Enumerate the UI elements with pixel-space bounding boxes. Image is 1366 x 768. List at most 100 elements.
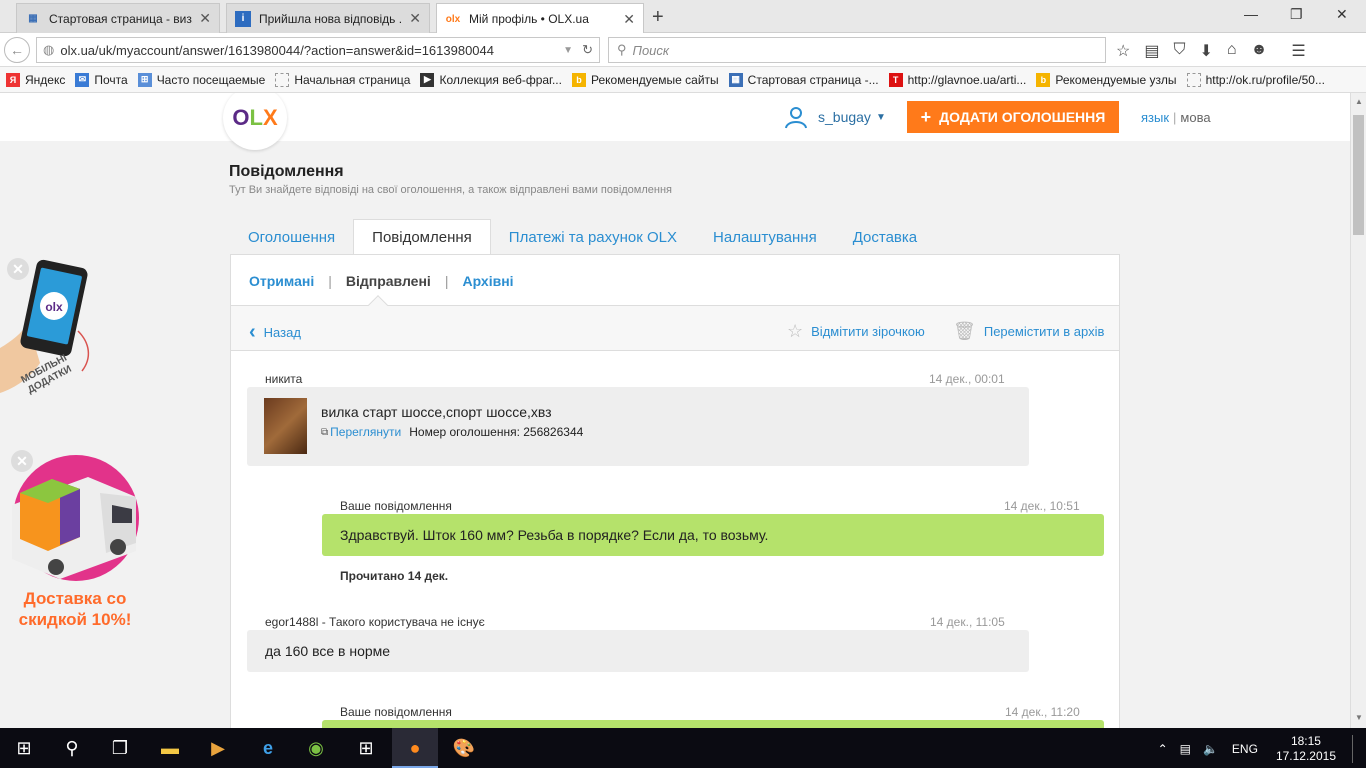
delivery-promo-text[interactable]: Доставка со скидкой 10%! <box>0 588 155 630</box>
url-bar[interactable]: ◍ olx.ua/uk/myaccount/answer/1613980044/… <box>36 37 600 63</box>
tab-settings[interactable]: Налаштування <box>695 219 835 255</box>
message-subtabs: Отримані | Відправлені | Архівні <box>249 273 514 289</box>
archive-link[interactable]: 🗑 Перемістити в архів <box>953 321 1104 342</box>
chevron-up-icon[interactable]: ⌃ <box>1158 742 1168 756</box>
subtab-received[interactable]: Отримані <box>249 273 314 289</box>
media-player-icon[interactable]: ▶ <box>206 736 230 760</box>
app-icon[interactable]: ◉ <box>304 736 328 760</box>
bookmark-item[interactable]: Thttp://glavnoe.ua/arti... <box>888 72 1026 87</box>
view-ad-link[interactable]: Переглянути <box>330 425 401 439</box>
menu-icon[interactable]: ☰ <box>1291 41 1305 61</box>
page-content: OLX s_bugay ▼ + ДОДАТИ ОГОЛОШЕННЯ язык | м… <box>0 93 1350 728</box>
toolbar-notch <box>368 295 388 315</box>
bookmark-item[interactable]: http://ok.ru/profile/50... <box>1186 72 1325 87</box>
page-scrollbar[interactable]: ▲ ▼ <box>1350 93 1366 728</box>
delivery-truck-icon <box>12 455 139 581</box>
edge-icon[interactable]: e <box>256 736 280 760</box>
back-link[interactable]: ‹ Назад <box>249 321 301 344</box>
minimize-icon[interactable]: — <box>1244 6 1258 22</box>
bookmark-item[interactable]: ▦ Стартовая страница -... <box>728 72 879 87</box>
message-bubble: да 160 все в норме <box>247 630 1029 672</box>
close-tab-icon[interactable]: ✕ <box>409 10 421 27</box>
mobile-apps-promo[interactable]: ✕ olx МОБІЛЬНІ ДОДАТКИ <box>0 253 110 423</box>
ad-thumbnail[interactable] <box>264 398 307 454</box>
bookmark-item[interactable]: ✉ Почта <box>75 72 128 87</box>
browser-tab-2[interactable]: i Прийшла нова відповідь ... ✕ <box>226 3 430 33</box>
browser-navbar: ← ◍ olx.ua/uk/myaccount/answer/161398004… <box>0 33 1366 67</box>
logo-circle: OLX <box>223 93 287 150</box>
browser-tab-1[interactable]: ▦ Стартовая страница - виз... ✕ <box>16 3 220 33</box>
close-promo-icon[interactable]: ✕ <box>7 258 29 280</box>
bookmark-item[interactable]: b Рекомендуемые сайты <box>571 72 719 87</box>
dropdown-icon[interactable]: ▼ <box>563 45 573 56</box>
star-link[interactable]: ☆ Відмітити зірочкою <box>787 321 925 342</box>
blank-page-icon <box>275 72 290 87</box>
yandex-icon: Я <box>6 72 20 87</box>
tab-messages[interactable]: Повідомлення <box>353 219 491 255</box>
scroll-down-icon[interactable]: ▼ <box>1355 713 1363 722</box>
subtab-sent[interactable]: Відправлені <box>346 273 431 289</box>
keyboard-language[interactable]: ENG <box>1232 742 1258 756</box>
chevron-left-icon: ‹ <box>249 321 256 343</box>
browser-tab-3[interactable]: olx Мій профіль • OLX.ua ✕ <box>436 3 644 34</box>
reload-icon[interactable]: ↻ <box>582 42 593 58</box>
search-icon[interactable]: ⚲ <box>60 736 84 760</box>
task-view-icon[interactable]: ❐ <box>108 736 132 760</box>
read-status: Прочитано 14 дек. <box>340 569 449 583</box>
store-icon[interactable]: ⊞ <box>354 736 378 760</box>
close-tab-icon[interactable]: ✕ <box>623 11 635 28</box>
message-author: Ваше повідомлення <box>340 499 452 513</box>
smiley-icon[interactable]: ☻ <box>1251 41 1268 61</box>
message-author: Ваше повідомлення <box>340 705 452 719</box>
tab-payments[interactable]: Платежі та рахунок OLX <box>491 219 695 255</box>
firefox-icon[interactable]: ● <box>403 736 427 760</box>
close-tab-icon[interactable]: ✕ <box>199 10 211 27</box>
notification-icon[interactable]: ▤ <box>1180 742 1191 756</box>
new-tab-icon[interactable]: + <box>652 6 664 29</box>
bookmark-item[interactable]: b Рекомендуемые узлы <box>1036 72 1177 87</box>
paint-icon[interactable]: 🎨 <box>452 736 476 760</box>
message-author: egor1488l - Такого користувача не існує <box>265 615 485 629</box>
add-listing-button[interactable]: + ДОДАТИ ОГОЛОШЕННЯ <box>907 101 1119 133</box>
download-icon[interactable]: ⬇ <box>1199 41 1212 61</box>
start-icon[interactable]: ⊞ <box>12 736 36 760</box>
search-input[interactable]: ⚲ Поиск <box>608 37 1106 63</box>
subtab-archived[interactable]: Архівні <box>462 273 513 289</box>
account-tabs: Оголошення Повідомлення Платежі та рахун… <box>230 219 935 255</box>
user-icon <box>785 107 807 129</box>
pocket-icon[interactable]: ⛉ <box>1173 41 1185 61</box>
svg-text:olx: olx <box>45 300 63 314</box>
action-center-icon[interactable] <box>1352 735 1356 763</box>
lang-ru-link[interactable]: язык <box>1141 110 1169 125</box>
reading-list-icon[interactable]: ▤ <box>1144 41 1159 61</box>
close-window-icon[interactable]: ✕ <box>1336 6 1348 23</box>
home-icon[interactable]: ⌂ <box>1227 41 1237 61</box>
bookmark-item[interactable]: Я Яндекс <box>6 72 65 87</box>
close-promo-icon[interactable]: ✕ <box>11 450 33 472</box>
tab-listings[interactable]: Оголошення <box>230 219 353 255</box>
lang-uk-link[interactable]: мова <box>1180 110 1210 125</box>
language-switch: язык | мова <box>1141 110 1211 125</box>
tab-delivery[interactable]: Доставка <box>835 219 935 255</box>
message-bubble <box>322 720 1104 728</box>
chevron-down-icon: ▼ <box>875 111 886 123</box>
back-icon[interactable]: ← <box>4 37 30 63</box>
message-time: 14 дек., 00:01 <box>929 372 1005 386</box>
olx-logo[interactable]: OLX <box>222 93 288 150</box>
user-menu[interactable]: s_bugay ▼ <box>784 105 886 129</box>
bookmark-item[interactable]: Начальная страница <box>275 72 410 87</box>
message-text: Здравствуй. Шток 160 мм? Резьба в порядк… <box>340 527 769 543</box>
maximize-icon[interactable]: ❐ <box>1290 6 1303 23</box>
site-header: OLX s_bugay ▼ + ДОДАТИ ОГОЛОШЕННЯ язык | м… <box>0 93 1350 150</box>
clock[interactable]: 18:15 17.12.2015 <box>1276 734 1336 764</box>
bookmark-star-icon[interactable]: ☆ <box>1116 41 1130 61</box>
scroll-up-icon[interactable]: ▲ <box>1355 97 1363 106</box>
file-explorer-icon[interactable]: ▬ <box>158 736 182 760</box>
scroll-thumb[interactable] <box>1353 115 1364 235</box>
volume-icon[interactable]: 🔈 <box>1203 742 1218 756</box>
bookmark-item[interactable]: ▶ Коллекция веб-фраг... <box>420 72 562 87</box>
browser-toolbar-icons: ☆ ▤ ⛉ ⬇ ⌂ ☻ ☰ <box>1116 41 1306 61</box>
bookmark-item[interactable]: ⊞ Часто посещаемые <box>137 72 265 87</box>
windows-taskbar: ⊞ ⚲ ❐ ▬ ▶ e ◉ ⊞ ● 🎨 ⌃ ▤ 🔈 ENG 18:15 17.1… <box>0 728 1366 768</box>
ad-title: вилка старт шоссе,спорт шоссе,хвз <box>321 404 552 420</box>
